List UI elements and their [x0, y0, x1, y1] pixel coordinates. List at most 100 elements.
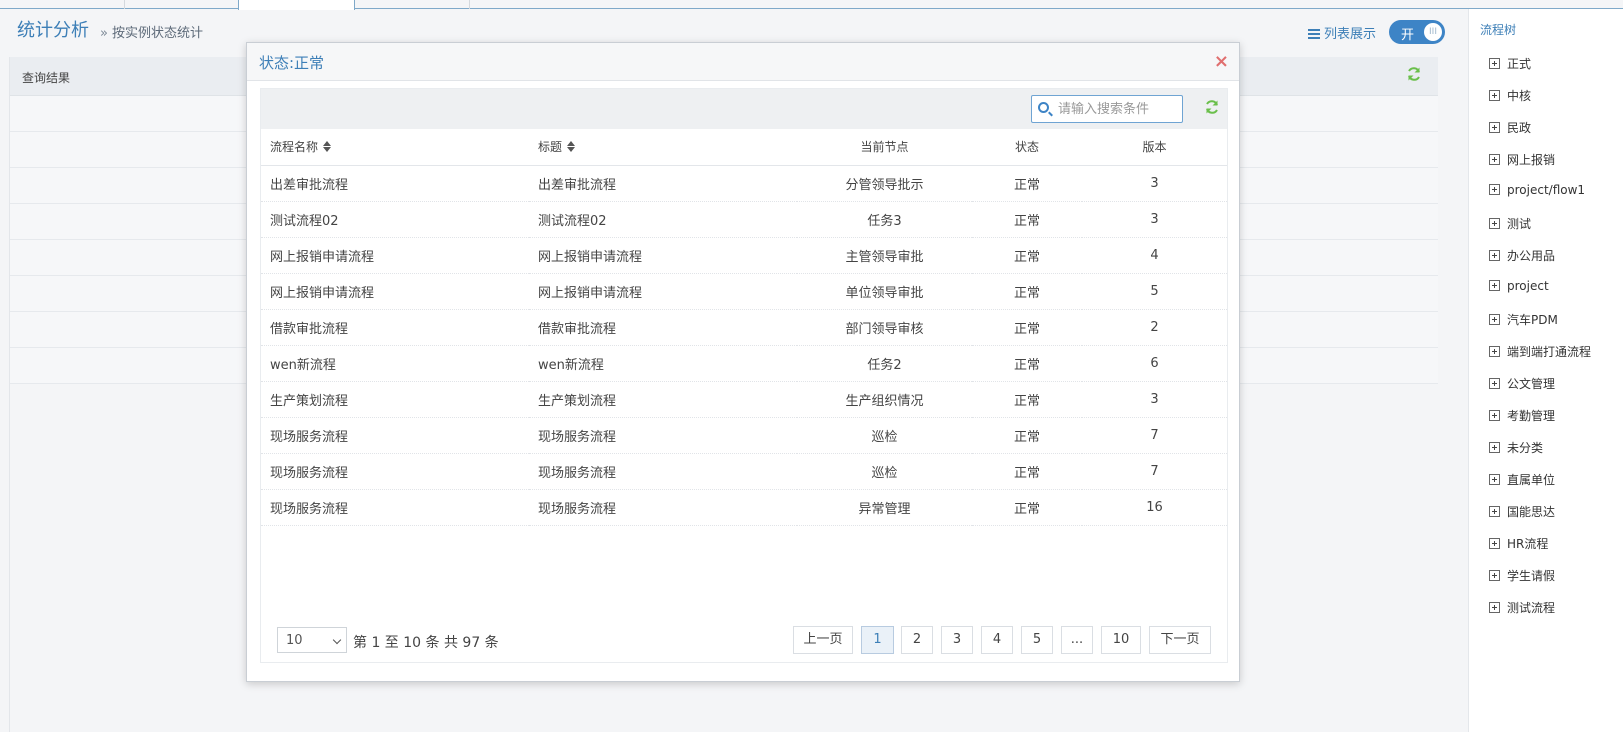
- cell-title: 网上报销申请流程: [529, 237, 797, 274]
- table-row[interactable]: 现场服务流程 现场服务流程 巡检 正常 7: [261, 417, 1227, 454]
- cell-current-node: 任务2: [797, 345, 972, 382]
- expand-plus-icon[interactable]: [1489, 184, 1500, 195]
- cell-process-name: 网上报销申请流程: [261, 237, 529, 274]
- top-tab[interactable]: [355, 0, 470, 9]
- close-icon[interactable]: ×: [1214, 51, 1229, 72]
- cell-title: 现场服务流程: [529, 489, 797, 526]
- tree-node[interactable]: 测试流程: [1489, 599, 1555, 616]
- expand-plus-icon[interactable]: [1489, 538, 1500, 549]
- table-row[interactable]: 现场服务流程 现场服务流程 巡检 正常 7: [261, 453, 1227, 490]
- tree-node-label: 学生请假: [1507, 569, 1556, 583]
- page-button-current[interactable]: 1: [861, 626, 894, 654]
- tree-node-label: HR流程: [1507, 537, 1549, 551]
- search-field[interactable]: [1031, 95, 1183, 123]
- tree-node[interactable]: 未分类: [1489, 439, 1543, 456]
- prev-page-button[interactable]: 上一页: [793, 626, 853, 654]
- sort-icon[interactable]: [567, 141, 576, 153]
- search-input[interactable]: [1056, 99, 1180, 119]
- table-row[interactable]: 出差审批流程 出差审批流程 分管领导批示 正常 3: [261, 165, 1227, 202]
- process-tree-sidebar: 流程树 正式 中核 民政 网上报销 project/flow1 测试 办公用品 …: [1468, 9, 1623, 732]
- tree-node[interactable]: 端到端打通流程: [1489, 343, 1591, 360]
- page-button[interactable]: 10: [1101, 626, 1141, 654]
- tree-node[interactable]: 测试: [1489, 215, 1531, 232]
- table-row[interactable]: 生产策划流程 生产策划流程 生产组织情况 正常 3: [261, 381, 1227, 418]
- cell-version: 2: [1082, 309, 1227, 346]
- tree-node[interactable]: 考勤管理: [1489, 407, 1555, 424]
- page-title: 统计分析: [17, 20, 89, 41]
- page-button[interactable]: 2: [901, 626, 933, 654]
- expand-plus-icon[interactable]: [1489, 218, 1500, 229]
- table-row[interactable]: 网上报销申请流程 网上报销申请流程 主管领导审批 正常 4: [261, 237, 1227, 274]
- page-size-select[interactable]: 10: [277, 627, 347, 653]
- table-row[interactable]: 网上报销申请流程 网上报销申请流程 单位领导审批 正常 5: [261, 273, 1227, 310]
- expand-plus-icon[interactable]: [1489, 154, 1500, 165]
- cell-current-node: 任务3: [797, 201, 972, 238]
- expand-plus-icon[interactable]: [1489, 90, 1500, 101]
- expand-plus-icon[interactable]: [1489, 280, 1500, 291]
- cell-status: 正常: [972, 381, 1082, 418]
- expand-plus-icon[interactable]: [1489, 314, 1500, 325]
- tree-node-label: project: [1507, 279, 1549, 293]
- page-button[interactable]: 4: [981, 626, 1013, 654]
- cell-current-node: 巡检: [797, 453, 972, 490]
- tree-node[interactable]: 直属单位: [1489, 471, 1555, 488]
- top-tab[interactable]: [0, 0, 125, 9]
- column-header-current-node: 当前节点: [797, 129, 972, 166]
- expand-plus-icon[interactable]: [1489, 442, 1500, 453]
- column-header-title[interactable]: 标题: [529, 129, 797, 166]
- dialog-header: 状态:正常 ×: [247, 43, 1239, 81]
- cell-version: 7: [1082, 417, 1227, 454]
- tree-node[interactable]: 汽车PDM: [1489, 311, 1558, 328]
- cell-version: 6: [1082, 345, 1227, 382]
- expand-plus-icon[interactable]: [1489, 250, 1500, 261]
- table-row[interactable]: wen新流程 wen新流程 任务2 正常 6: [261, 345, 1227, 382]
- next-page-button[interactable]: 下一页: [1149, 626, 1211, 654]
- cell-version: 7: [1082, 453, 1227, 490]
- switch-on-label: 开: [1401, 28, 1415, 43]
- expand-plus-icon[interactable]: [1489, 506, 1500, 517]
- refresh-icon[interactable]: [1406, 66, 1422, 85]
- view-toggle-switch[interactable]: 开 III: [1389, 20, 1445, 44]
- list-view-link[interactable]: 列表展示: [1308, 23, 1376, 42]
- column-header-label: 流程名称: [270, 140, 319, 155]
- table-row[interactable]: 现场服务流程 现场服务流程 异常管理 正常 16: [261, 489, 1227, 526]
- table-row[interactable]: 借款审批流程 借款审批流程 部门领导审核 正常 2: [261, 309, 1227, 346]
- switch-knob: III: [1424, 23, 1442, 41]
- tree-node[interactable]: 网上报销: [1489, 151, 1555, 168]
- cell-status: 正常: [972, 345, 1082, 382]
- top-tab-active[interactable]: [238, 0, 355, 10]
- tree-node[interactable]: 办公用品: [1489, 247, 1555, 264]
- refresh-icon[interactable]: [1204, 99, 1220, 118]
- expand-plus-icon[interactable]: [1489, 122, 1500, 133]
- tree-node[interactable]: 学生请假: [1489, 567, 1555, 584]
- tree-node[interactable]: 中核: [1489, 87, 1531, 104]
- tree-node-label: 正式: [1507, 57, 1532, 71]
- page-button[interactable]: 5: [1021, 626, 1053, 654]
- expand-plus-icon[interactable]: [1489, 58, 1500, 69]
- tree-node[interactable]: HR流程: [1489, 535, 1548, 552]
- results-label: 查询结果: [22, 71, 71, 85]
- tree-node[interactable]: 国能思达: [1489, 503, 1555, 520]
- expand-plus-icon[interactable]: [1489, 474, 1500, 485]
- column-header-process-name[interactable]: 流程名称: [261, 129, 529, 166]
- expand-plus-icon[interactable]: [1489, 346, 1500, 357]
- breadcrumb-separator: »: [100, 26, 108, 41]
- cell-status: 正常: [972, 453, 1082, 490]
- cell-process-name: 现场服务流程: [261, 453, 529, 490]
- tree-node[interactable]: project: [1489, 279, 1549, 293]
- table-row[interactable]: 测试流程02 测试流程02 任务3 正常 3: [261, 201, 1227, 238]
- cell-process-name: 借款审批流程: [261, 309, 529, 346]
- tree-node[interactable]: 民政: [1489, 119, 1531, 136]
- cell-status: 正常: [972, 489, 1082, 526]
- tree-node[interactable]: 正式: [1489, 55, 1531, 72]
- expand-plus-icon[interactable]: [1489, 410, 1500, 421]
- expand-plus-icon[interactable]: [1489, 378, 1500, 389]
- tree-node[interactable]: project/flow1: [1489, 183, 1585, 197]
- sort-icon[interactable]: [323, 141, 332, 153]
- expand-plus-icon[interactable]: [1489, 602, 1500, 613]
- chevron-down-icon: [332, 635, 342, 645]
- column-header-version: 版本: [1082, 129, 1227, 166]
- expand-plus-icon[interactable]: [1489, 570, 1500, 581]
- tree-node[interactable]: 公文管理: [1489, 375, 1555, 392]
- page-button[interactable]: 3: [941, 626, 973, 654]
